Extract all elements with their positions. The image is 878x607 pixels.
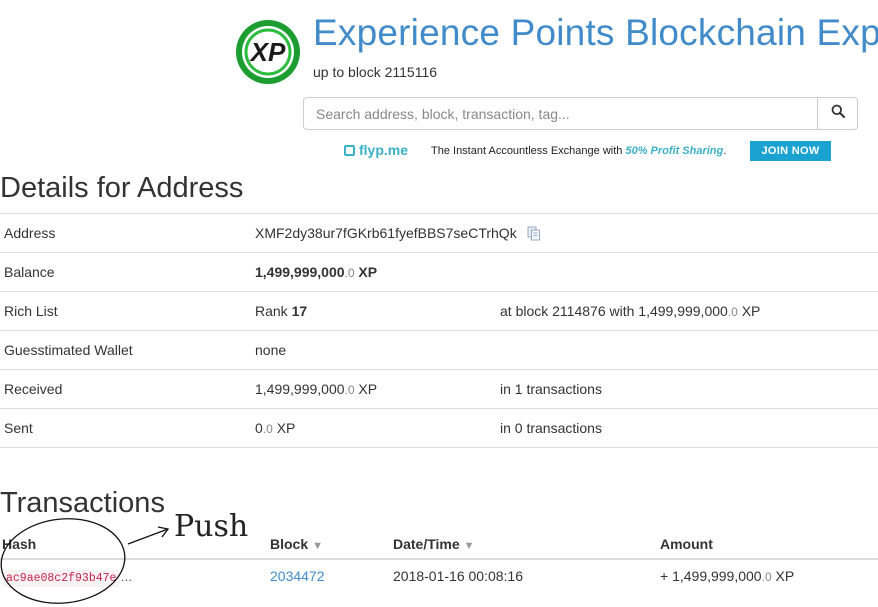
detail-label: Guesstimated Wallet [4,342,133,358]
tx-hash[interactable]: ac9ae08c2f93b47e… [2,568,133,587]
transactions-heading: Transactions [0,487,165,519]
tx-block-link[interactable]: 2034472 [270,568,325,584]
column-datetime[interactable]: Date/Time ▼ [393,536,475,552]
column-hash[interactable]: Hash [2,536,36,552]
flyp-brand[interactable]: flyp.me [344,142,408,158]
table-row: Sent 0.0 XP in 0 transactions [0,408,878,448]
rich-list-extra-text: at block 2114876 with 1,499,999,000 [500,303,728,319]
ad-tagline: The Instant Accountless Exchange with 50… [431,145,726,157]
sort-down-icon[interactable]: ▼ [464,540,475,552]
table-row: Balance 1,499,999,000.0 XP [0,252,878,291]
copy-icon[interactable] [527,226,541,244]
address-value[interactable]: XMF2dy38ur7fGKrb61fyefBBS7seCTrhQk [255,225,541,244]
rich-list-extra-unit: XP [737,303,761,319]
ad-tagline-highlight: 50% Profit Sharing [625,145,724,157]
detail-label: Sent [4,420,33,436]
wallet-value: none [255,342,287,358]
balance-dec: .0 [344,266,355,280]
balance-unit: XP [354,264,378,280]
tx-hash-ellipsis: … [120,570,133,584]
search-input[interactable] [303,97,818,130]
received-int: 1,499,999,000 [255,381,345,397]
sent-unit: XP [272,420,296,436]
site-title[interactable]: Experience Points Blockchain Explo [313,12,878,54]
rank-prefix: Rank [255,303,292,319]
balance-value: 1,499,999,000.0 XP [255,264,377,280]
column-block-label: Block [270,536,309,552]
xp-logo-icon[interactable]: XP [233,17,303,87]
tx-amount-int: + 1,499,999,000 [660,568,762,584]
join-now-button[interactable]: JOIN NOW [750,141,831,161]
rich-list-extra-dec: .0 [727,305,738,319]
detail-label: Address [4,225,56,241]
column-datetime-label: Date/Time [393,536,460,552]
address-details-table: Address XMF2dy38ur7fGKrb61fyefBBS7seCTrh… [0,213,878,448]
sent-dec: .0 [262,422,273,436]
received-unit: XP [354,381,378,397]
table-row: Guesstimated Wallet none [0,330,878,369]
table-row: ac9ae08c2f93b47e… 2034472 2018-01-16 00:… [0,560,878,592]
detail-label: Balance [4,264,55,280]
transactions-table-header: Hash Block ▼ Date/Time ▼ Amount [0,530,878,560]
flyp-logo-icon [344,145,355,156]
table-row: Received 1,499,999,000.0 XP in 1 transac… [0,369,878,408]
details-heading: Details for Address [0,172,244,204]
tx-hash-link[interactable]: ac9ae08c2f93b47e [2,570,121,587]
sent-count: in 0 transactions [500,420,602,436]
ad-tagline-end: . [723,145,727,157]
block-height-subtitle: up to block 2115116 [313,64,438,80]
svg-text:XP: XP [249,37,286,67]
table-row: Rich List Rank 17 at block 2114876 with … [0,291,878,330]
search-icon [831,104,845,123]
address-text[interactable]: XMF2dy38ur7fGKrb61fyefBBS7seCTrhQk [255,225,517,241]
search-bar [303,97,858,130]
tx-datetime: 2018-01-16 00:08:16 [393,568,523,584]
rich-list-extra: at block 2114876 with 1,499,999,000.0 XP [500,303,760,319]
sort-down-icon[interactable]: ▼ [312,540,323,552]
received-count: in 1 transactions [500,381,602,397]
ad-tagline-text: The Instant Accountless Exchange with [431,145,626,157]
column-block[interactable]: Block ▼ [270,536,323,552]
tx-amount: + 1,499,999,000.0 XP [660,568,794,584]
rich-list-rank: Rank 17 [255,303,307,319]
tx-amount-unit: XP [771,568,795,584]
received-value: 1,499,999,000.0 XP [255,381,377,397]
detail-label: Rich List [4,303,58,319]
flyp-ad-banner[interactable]: flyp.me The Instant Accountless Exchange… [344,141,844,161]
balance-int: 1,499,999,000 [255,264,345,280]
received-dec: .0 [344,383,355,397]
column-amount[interactable]: Amount [660,536,713,552]
sent-value: 0.0 XP [255,420,295,436]
rank-number: 17 [291,303,308,319]
search-button[interactable] [818,97,858,130]
tx-amount-dec: .0 [761,570,772,584]
table-row: Address XMF2dy38ur7fGKrb61fyefBBS7seCTrh… [0,213,878,252]
detail-label: Received [4,381,63,397]
flyp-brand-text: flyp.me [359,142,409,158]
sent-int: 0 [255,420,263,436]
